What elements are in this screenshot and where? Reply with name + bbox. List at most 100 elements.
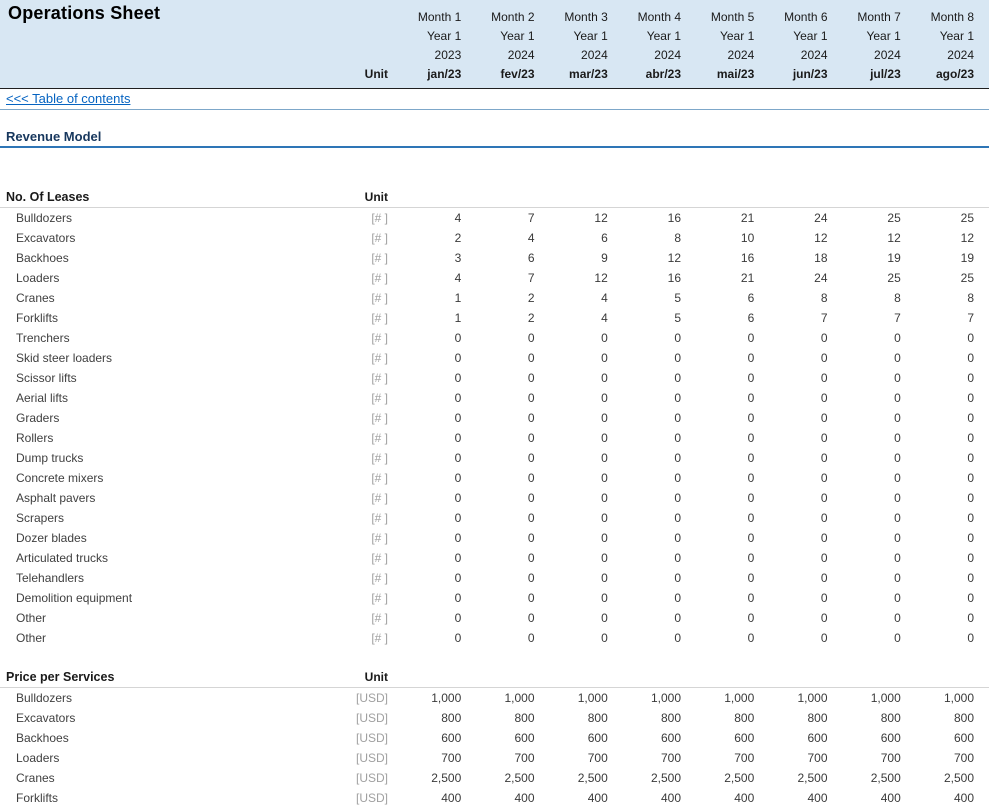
value-cell[interactable]: 8 (903, 289, 976, 308)
value-cell[interactable]: 0 (610, 329, 683, 348)
value-cell[interactable]: 0 (903, 589, 976, 608)
value-cell[interactable]: 0 (683, 429, 756, 448)
value-cell[interactable]: 0 (903, 329, 976, 348)
value-cell[interactable]: 0 (610, 449, 683, 468)
value-cell[interactable]: 18 (756, 249, 829, 268)
value-cell[interactable]: 2,500 (390, 769, 463, 788)
value-cell[interactable]: 0 (390, 449, 463, 468)
value-cell[interactable]: 0 (463, 409, 536, 428)
value-cell[interactable]: 400 (756, 789, 829, 808)
value-cell[interactable]: 0 (390, 329, 463, 348)
value-cell[interactable]: 25 (903, 209, 976, 228)
value-cell[interactable]: 6 (683, 289, 756, 308)
value-cell[interactable]: 0 (390, 369, 463, 388)
value-cell[interactable]: 0 (463, 629, 536, 648)
value-cell[interactable]: 0 (903, 409, 976, 428)
value-cell[interactable]: 700 (390, 749, 463, 768)
value-cell[interactable]: 12 (756, 229, 829, 248)
value-cell[interactable]: 1,000 (830, 689, 903, 708)
value-cell[interactable]: 700 (683, 749, 756, 768)
value-cell[interactable]: 4 (390, 209, 463, 228)
value-cell[interactable]: 0 (830, 609, 903, 628)
value-cell[interactable]: 0 (463, 589, 536, 608)
value-cell[interactable]: 0 (537, 569, 610, 588)
value-cell[interactable]: 0 (903, 389, 976, 408)
value-cell[interactable]: 4 (537, 309, 610, 328)
value-cell[interactable]: 0 (610, 609, 683, 628)
value-cell[interactable]: 2 (463, 289, 536, 308)
value-cell[interactable]: 0 (756, 409, 829, 428)
value-cell[interactable]: 0 (830, 389, 903, 408)
value-cell[interactable]: 0 (537, 549, 610, 568)
value-cell[interactable]: 6 (683, 309, 756, 328)
value-cell[interactable]: 0 (830, 529, 903, 548)
value-cell[interactable]: 800 (390, 709, 463, 728)
value-cell[interactable]: 0 (756, 489, 829, 508)
value-cell[interactable]: 2 (390, 229, 463, 248)
value-cell[interactable]: 5 (610, 289, 683, 308)
value-cell[interactable]: 0 (756, 549, 829, 568)
value-cell[interactable]: 0 (683, 589, 756, 608)
value-cell[interactable]: 2,500 (463, 769, 536, 788)
value-cell[interactable]: 0 (610, 629, 683, 648)
value-cell[interactable]: 600 (683, 729, 756, 748)
value-cell[interactable]: 6 (463, 249, 536, 268)
value-cell[interactable]: 4 (390, 269, 463, 288)
value-cell[interactable]: 0 (463, 489, 536, 508)
value-cell[interactable]: 800 (683, 709, 756, 728)
value-cell[interactable]: 0 (537, 509, 610, 528)
value-cell[interactable]: 0 (683, 509, 756, 528)
value-cell[interactable]: 12 (610, 249, 683, 268)
value-cell[interactable]: 400 (903, 789, 976, 808)
value-cell[interactable]: 600 (756, 729, 829, 748)
value-cell[interactable]: 0 (830, 589, 903, 608)
value-cell[interactable]: 0 (683, 629, 756, 648)
value-cell[interactable]: 0 (756, 589, 829, 608)
value-cell[interactable]: 19 (830, 249, 903, 268)
value-cell[interactable]: 2,500 (756, 769, 829, 788)
value-cell[interactable]: 0 (610, 349, 683, 368)
value-cell[interactable]: 0 (463, 389, 536, 408)
value-cell[interactable]: 400 (830, 789, 903, 808)
value-cell[interactable]: 24 (756, 209, 829, 228)
value-cell[interactable]: 0 (756, 349, 829, 368)
value-cell[interactable]: 0 (463, 549, 536, 568)
value-cell[interactable]: 12 (830, 229, 903, 248)
value-cell[interactable]: 16 (610, 209, 683, 228)
value-cell[interactable]: 0 (390, 629, 463, 648)
value-cell[interactable]: 2,500 (903, 769, 976, 788)
value-cell[interactable]: 3 (390, 249, 463, 268)
value-cell[interactable]: 4 (463, 229, 536, 248)
value-cell[interactable]: 0 (463, 329, 536, 348)
value-cell[interactable]: 0 (610, 429, 683, 448)
value-cell[interactable]: 700 (610, 749, 683, 768)
value-cell[interactable]: 8 (756, 289, 829, 308)
value-cell[interactable]: 0 (756, 329, 829, 348)
value-cell[interactable]: 1,000 (756, 689, 829, 708)
value-cell[interactable]: 600 (610, 729, 683, 748)
value-cell[interactable]: 0 (903, 549, 976, 568)
value-cell[interactable]: 0 (756, 469, 829, 488)
value-cell[interactable]: 0 (903, 489, 976, 508)
value-cell[interactable]: 0 (903, 349, 976, 368)
value-cell[interactable]: 0 (903, 369, 976, 388)
table-of-contents-link[interactable]: <<< Table of contents (6, 91, 130, 106)
value-cell[interactable]: 0 (756, 429, 829, 448)
value-cell[interactable]: 0 (463, 469, 536, 488)
value-cell[interactable]: 0 (390, 429, 463, 448)
value-cell[interactable]: 21 (683, 209, 756, 228)
value-cell[interactable]: 0 (390, 509, 463, 528)
value-cell[interactable]: 7 (756, 309, 829, 328)
value-cell[interactable]: 700 (537, 749, 610, 768)
value-cell[interactable]: 0 (830, 549, 903, 568)
value-cell[interactable]: 0 (537, 369, 610, 388)
value-cell[interactable]: 600 (903, 729, 976, 748)
value-cell[interactable]: 0 (537, 389, 610, 408)
value-cell[interactable]: 21 (683, 269, 756, 288)
value-cell[interactable]: 0 (903, 469, 976, 488)
value-cell[interactable]: 0 (537, 629, 610, 648)
value-cell[interactable]: 600 (830, 729, 903, 748)
value-cell[interactable]: 0 (610, 549, 683, 568)
value-cell[interactable]: 1,000 (537, 689, 610, 708)
value-cell[interactable]: 0 (830, 349, 903, 368)
